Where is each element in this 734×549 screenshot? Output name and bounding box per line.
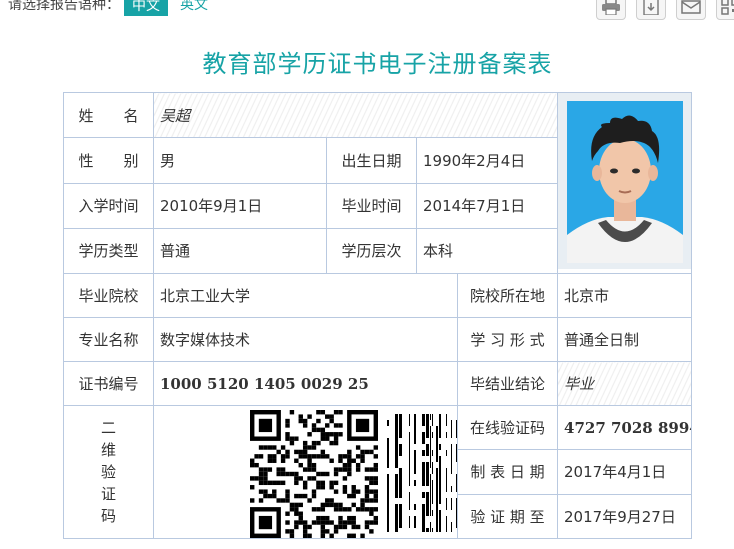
qr-code-label-chars: 二维验证码 — [65, 407, 153, 538]
page-title: 教育部学历证书电子注册备案表 — [202, 50, 553, 78]
school-location-label: 院校所在地 — [456, 273, 559, 318]
education-type-value: 普通 — [153, 227, 327, 275]
made-date-label: 制 表 日 期 — [456, 449, 559, 495]
qr-code-label-char: 证 — [100, 485, 116, 503]
verify-code-label: 在线验证码 — [456, 404, 559, 451]
language-english-link[interactable]: 英文 — [180, 0, 208, 14]
conclusion-value: 毕业 — [557, 361, 693, 406]
envelope-icon — [681, 0, 701, 14]
registration-record-table: 姓 名 吴超 性 别 男 出生日期 1990年2月4日 入学时间 2010年9月… — [63, 91, 693, 540]
qr-code-image — [250, 410, 378, 538]
gender-label: 性 别 — [63, 137, 154, 184]
graduation-time-value: 2014年7月1日 — [415, 182, 559, 229]
barcode-image — [387, 414, 457, 532]
birth-date-label: 出生日期 — [326, 137, 417, 184]
table-row: 证书编号 1000 5120 1405 0029 25 毕结业结论 毕业 — [63, 361, 693, 406]
qr-code-label-char: 维 — [100, 441, 116, 459]
name-label: 姓 名 — [63, 91, 154, 139]
pdf-download-icon — [643, 0, 659, 15]
education-level-label: 学历层次 — [326, 227, 417, 275]
qr-code-label-char: 二 — [100, 419, 116, 437]
school-location-value: 北京市 — [557, 273, 693, 318]
gender-value: 男 — [153, 137, 327, 184]
report-toolbar: 请选择报告语种： 中文 英文 — [0, 0, 734, 20]
education-level-value: 本科 — [415, 227, 559, 275]
print-button[interactable] — [596, 0, 626, 20]
verify-code-value: 4727 7028 8994 — [557, 404, 693, 451]
certificate-number-value: 1000 5120 1405 0029 25 — [153, 361, 458, 406]
qr-code-label: 二维验证码 — [63, 405, 154, 539]
pdf-download-button[interactable] — [636, 0, 666, 20]
major-label: 专业名称 — [63, 317, 154, 362]
education-type-label: 学历类型 — [63, 227, 154, 275]
qr-code-button[interactable] — [716, 0, 734, 20]
study-form-value: 普通全日制 — [557, 317, 693, 362]
certificate-number-label: 证书编号 — [63, 361, 154, 406]
photo-cell — [557, 92, 693, 274]
major-value: 数字媒体技术 — [153, 317, 458, 362]
qr-code-label-char: 码 — [100, 507, 116, 525]
table-row: 姓 名 吴超 — [63, 91, 693, 274]
name-value: 吴超 — [152, 91, 559, 139]
graduation-time-label: 毕业时间 — [326, 182, 417, 229]
qr-code-icon — [721, 0, 734, 15]
language-chinese-button[interactable]: 中文 — [124, 0, 168, 16]
birth-date-value: 1990年2月4日 — [415, 137, 559, 184]
qr-code-cell — [153, 405, 458, 539]
table-row: 二维验证码 在线验证码 4727 7028 8994 — [63, 404, 693, 539]
qr-code-label-char: 验 — [100, 463, 116, 481]
student-photo — [558, 93, 691, 269]
made-date-value: 2017年4月1日 — [557, 449, 693, 495]
email-button[interactable] — [676, 0, 706, 20]
language-prompt: 请选择报告语种： — [8, 0, 120, 13]
study-form-label: 学 习 形 式 — [456, 317, 559, 362]
printer-icon — [602, 0, 620, 15]
school-value: 北京工业大学 — [153, 273, 458, 318]
school-label: 毕业院校 — [63, 273, 154, 318]
enroll-time-value: 2010年9月1日 — [153, 182, 327, 229]
conclusion-label: 毕结业结论 — [456, 361, 559, 406]
valid-until-label: 验 证 期 至 — [456, 493, 559, 540]
enroll-time-label: 入学时间 — [63, 182, 154, 229]
valid-until-value: 2017年9月27日 — [557, 493, 693, 540]
table-row: 专业名称 数字媒体技术 学 习 形 式 普通全日制 — [63, 317, 693, 362]
table-row: 毕业院校 北京工业大学 院校所在地 北京市 — [63, 273, 693, 318]
